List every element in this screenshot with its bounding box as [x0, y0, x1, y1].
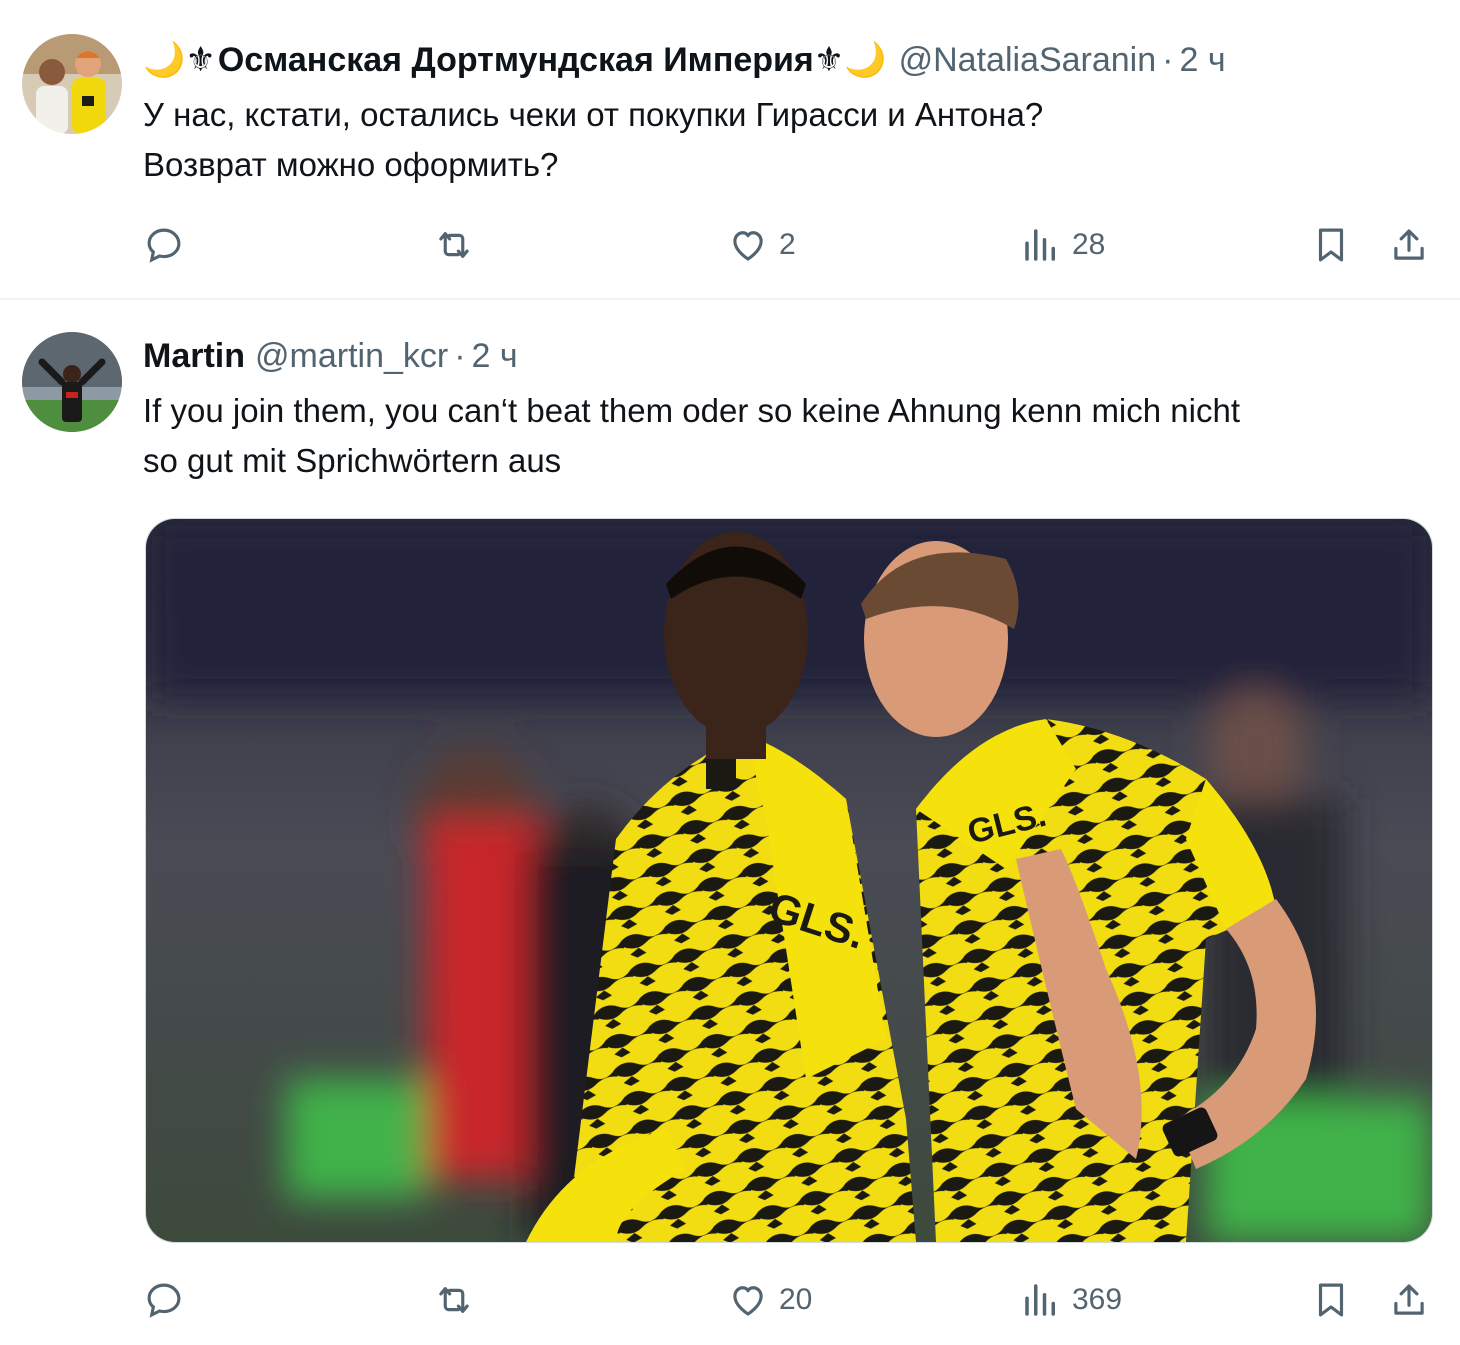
like-icon — [733, 231, 763, 261]
bookmark-icon — [1318, 1283, 1344, 1317]
tweet-header: 🌙⚜ Османская Дортмундская Империя ⚜🌙 @Na… — [143, 38, 1226, 82]
retweet-icon — [439, 1287, 469, 1313]
tweet-text: У нас, кстати, остались чеки от покупки … — [143, 90, 1443, 190]
tweet-photo[interactable]: GLS. GLS. — [145, 518, 1433, 1243]
tweet-1[interactable]: 🌙⚜ Османская Дортмундская Империя ⚜🌙 @Na… — [0, 0, 1460, 300]
retweet-button[interactable] — [433, 1270, 475, 1330]
photo-illustration: GLS. GLS. — [146, 519, 1432, 1242]
display-name[interactable]: Османская Дортмундская Империя — [218, 38, 814, 82]
handle[interactable]: @martin_kcr — [255, 334, 448, 378]
view-count: 369 — [1072, 1283, 1123, 1316]
reply-icon — [147, 1283, 181, 1318]
emoji-right: ⚜🌙 — [813, 41, 887, 79]
share-icon — [1394, 1284, 1424, 1315]
bookmark-button[interactable] — [1310, 1270, 1352, 1330]
avatar[interactable] — [22, 332, 122, 432]
action-bar: 2 28 — [0, 215, 1460, 275]
avatar[interactable] — [22, 34, 122, 134]
like-icon — [733, 1286, 763, 1316]
reply-button[interactable] — [143, 1270, 185, 1330]
tweet-text: If you join them, you can‘t beat them od… — [143, 386, 1443, 486]
like-count: 20 — [779, 1283, 813, 1316]
view-count: 28 — [1072, 228, 1106, 261]
separator-dot: · — [1162, 41, 1174, 79]
reply-icon — [147, 228, 181, 263]
separator-dot: · — [454, 337, 466, 375]
bookmark-icon — [1318, 228, 1344, 262]
tweet-2[interactable]: Martin @martin_kcr · 2 ч If you join the… — [0, 300, 1460, 1345]
emoji-left: 🌙⚜ — [143, 41, 216, 79]
like-count: 2 — [779, 228, 796, 261]
views-icon — [1025, 229, 1055, 261]
reply-button[interactable] — [143, 215, 185, 275]
display-name[interactable]: Martin — [143, 334, 245, 378]
tweet-text-line: If you join them, you can‘t beat them od… — [143, 392, 1240, 429]
tweet-text-line: Возврат можно оформить? — [143, 146, 559, 183]
tweet-text-line: У нас, кстати, остались чеки от покупки … — [143, 96, 1044, 133]
like-button[interactable]: 20 — [727, 1270, 812, 1330]
timestamp[interactable]: 2 ч — [1179, 38, 1225, 82]
retweet-icon — [439, 232, 469, 258]
timestamp[interactable]: 2 ч — [472, 334, 518, 378]
views-button[interactable]: 369 — [1020, 1270, 1122, 1330]
views-button[interactable]: 28 — [1020, 215, 1105, 275]
action-bar: 20 369 — [0, 1270, 1460, 1330]
tweet-text-line: so gut mit Sprichwörtern aus — [143, 442, 562, 479]
share-icon — [1394, 229, 1424, 260]
tweet-header: Martin @martin_kcr · 2 ч — [143, 334, 518, 378]
like-button[interactable]: 2 — [727, 215, 796, 275]
handle[interactable]: @NataliaSaranin — [899, 38, 1157, 82]
bookmark-button[interactable] — [1310, 215, 1352, 275]
share-button[interactable] — [1388, 1270, 1430, 1330]
views-icon — [1025, 1284, 1055, 1316]
share-button[interactable] — [1388, 215, 1430, 275]
retweet-button[interactable] — [433, 215, 475, 275]
